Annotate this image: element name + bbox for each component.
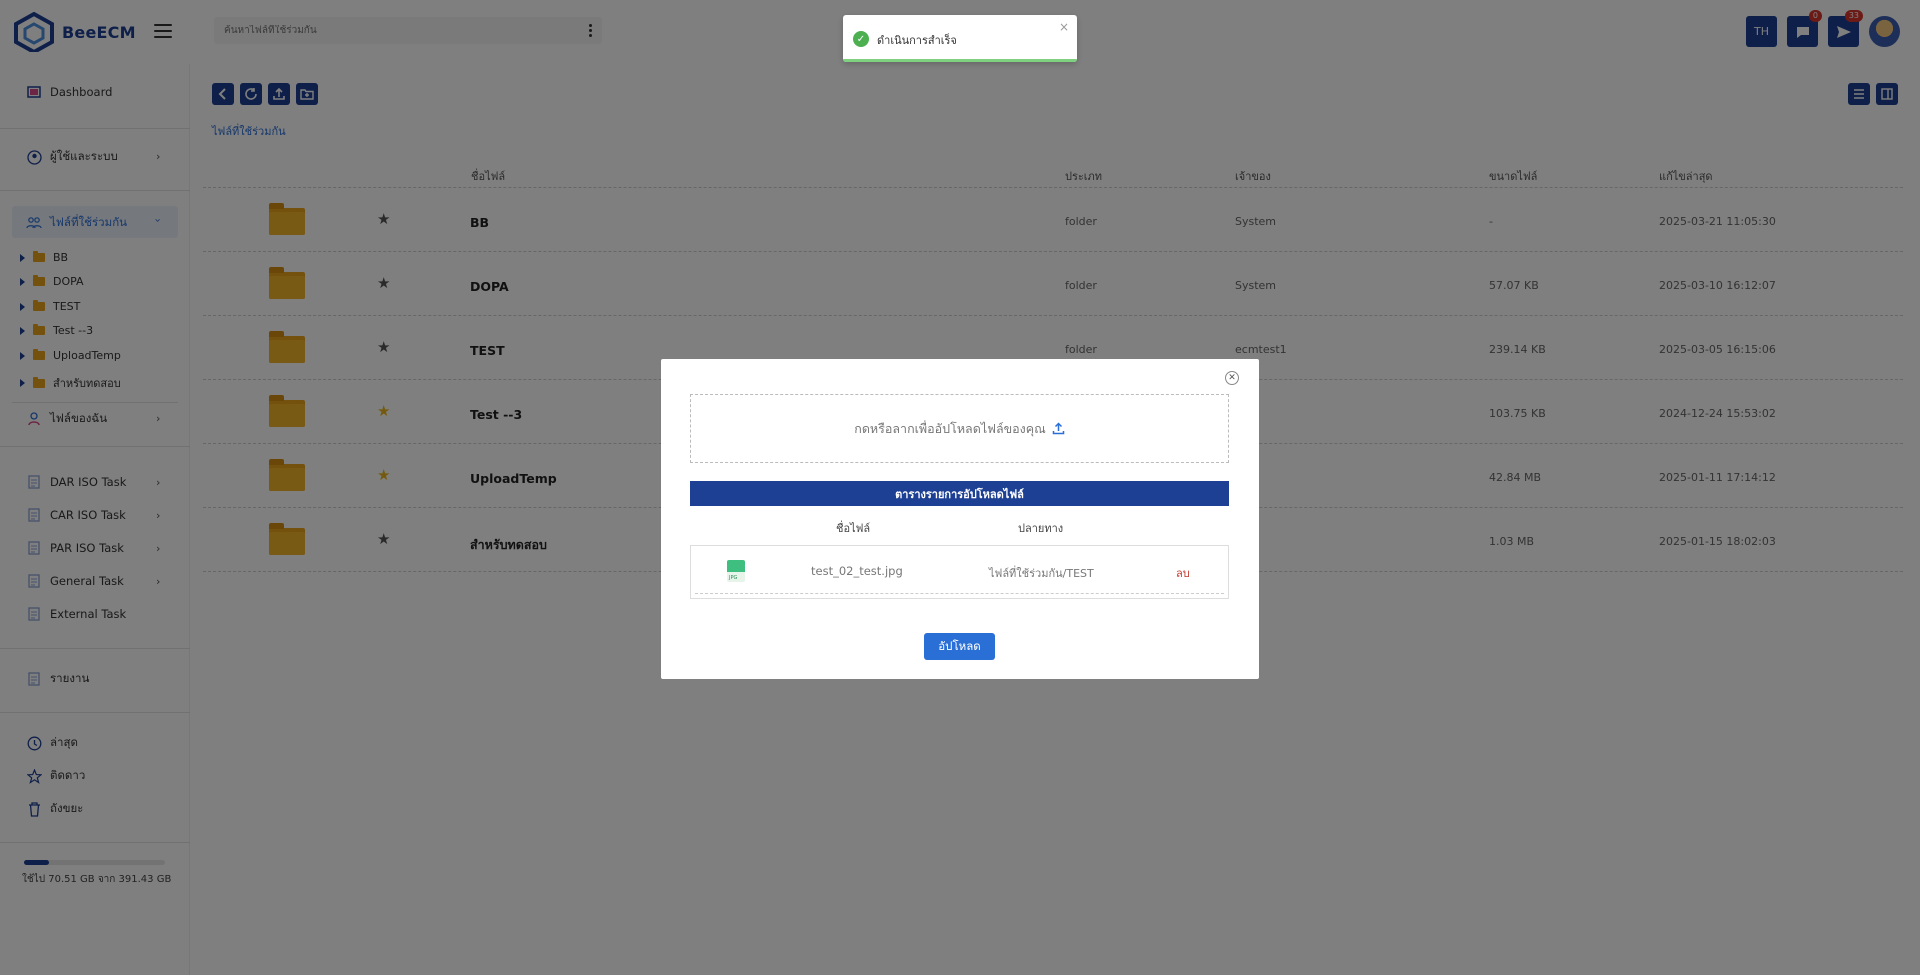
- upload-row: test_02_test.jpg ไฟล์ที่ใช้ร่วมกัน/TEST …: [690, 545, 1229, 599]
- delete-link[interactable]: ลบ: [1176, 564, 1190, 582]
- success-toast: ✓ ดำเนินการสำเร็จ ×: [843, 15, 1077, 62]
- upload-icon: [1052, 422, 1064, 435]
- check-circle-icon: ✓: [853, 31, 869, 47]
- image-file-icon: [727, 560, 745, 582]
- close-icon[interactable]: ×: [1059, 20, 1069, 34]
- upload-table-title: ตารางรายการอัปโหลดไฟล์: [690, 481, 1229, 506]
- upload-file-name: test_02_test.jpg: [811, 564, 903, 578]
- toast-progress: [843, 59, 1077, 62]
- close-icon[interactable]: ✕: [1225, 371, 1239, 385]
- column-header-destination: ปลายทาง: [1018, 522, 1064, 535]
- upload-dialog: ✕ กดหรือลากเพื่ออัปโหลดไฟล์ของคุณ ตารางร…: [661, 359, 1259, 679]
- upload-submit-button[interactable]: อัปโหลด: [924, 633, 995, 660]
- dropzone-text: กดหรือลากเพื่ออัปโหลดไฟล์ของคุณ: [854, 420, 1046, 436]
- divider: [695, 593, 1224, 594]
- toast-message: ดำเนินการสำเร็จ: [877, 34, 957, 47]
- column-header-filename: ชื่อไฟล์: [836, 522, 871, 535]
- upload-destination: ไฟล์ที่ใช้ร่วมกัน/TEST: [989, 567, 1094, 580]
- upload-dropzone[interactable]: กดหรือลากเพื่ออัปโหลดไฟล์ของคุณ: [690, 394, 1229, 463]
